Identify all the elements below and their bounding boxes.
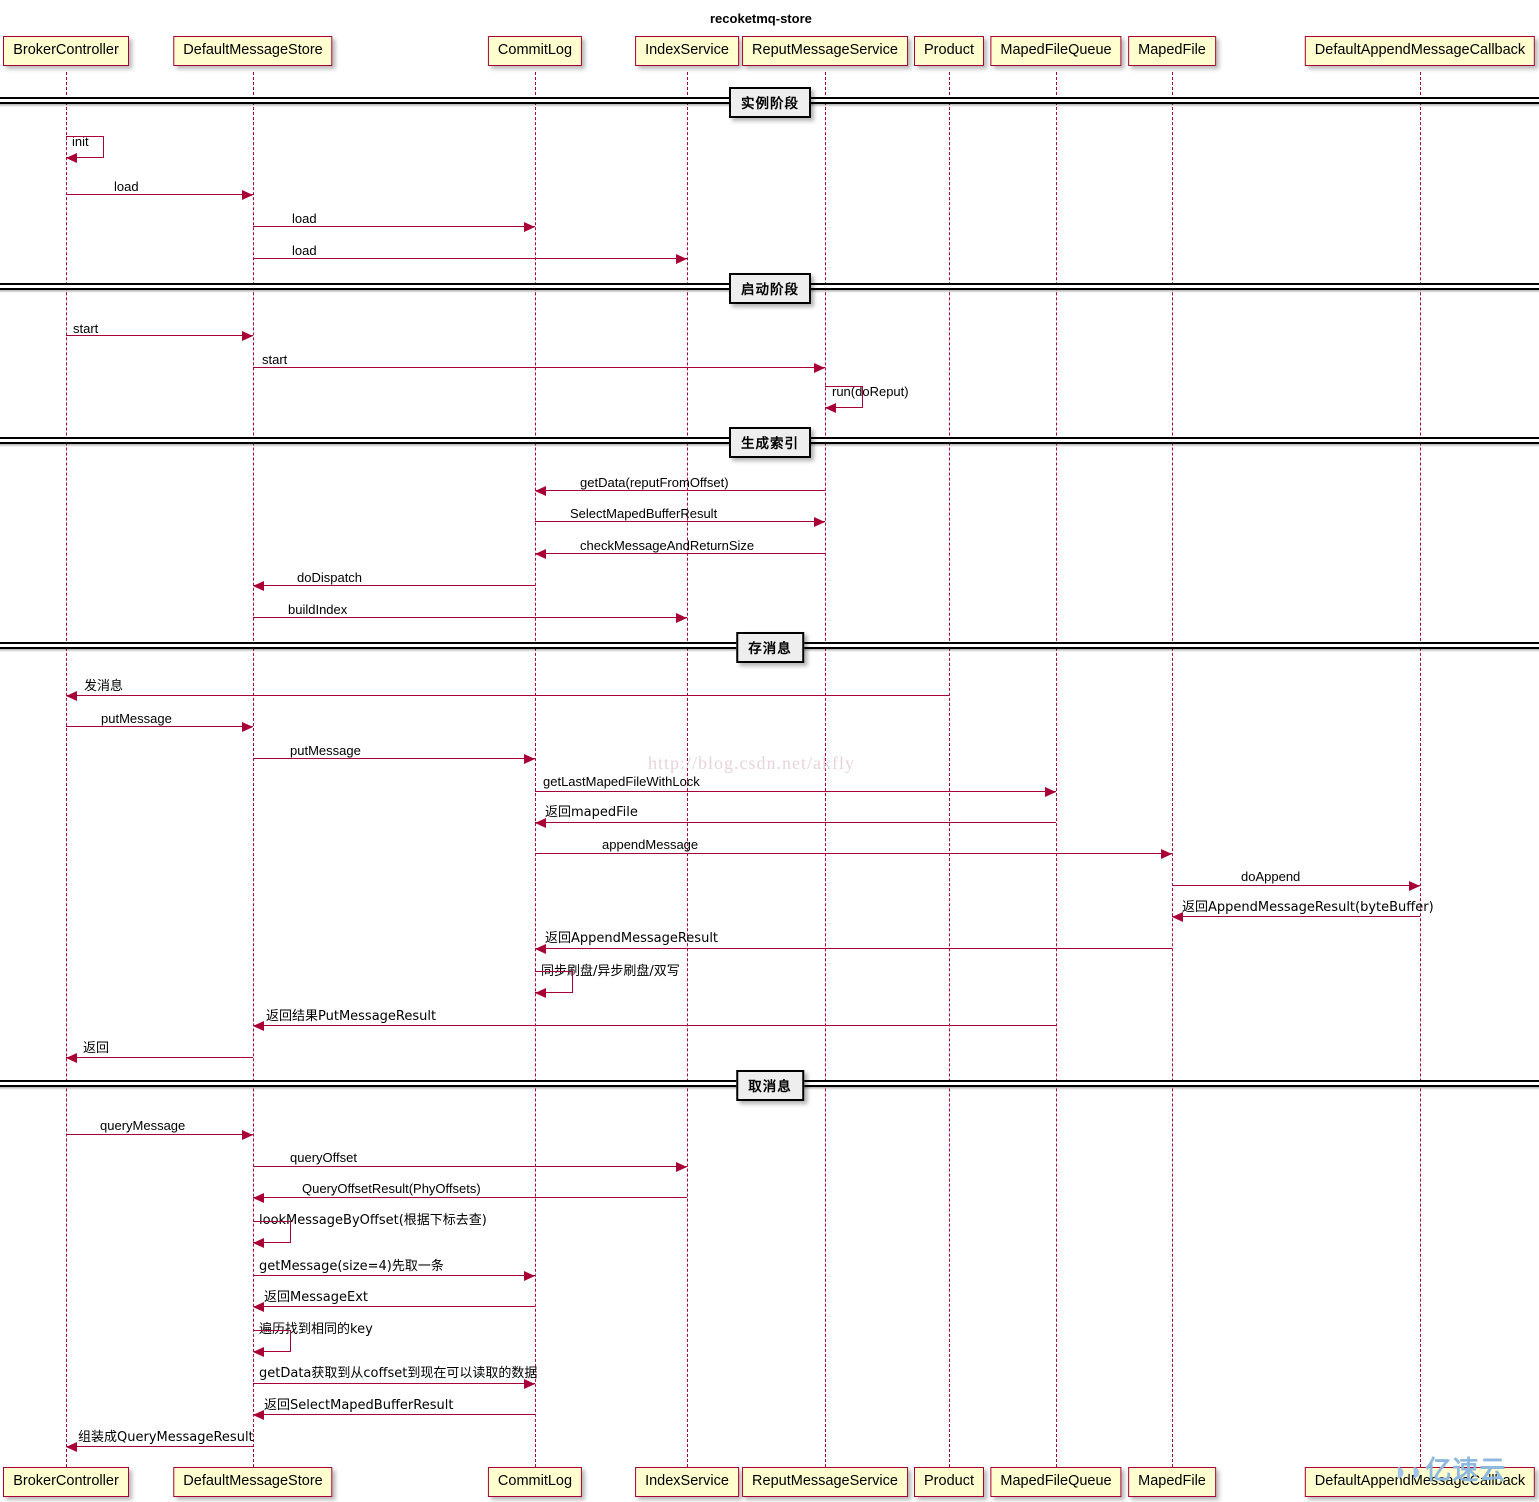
participant-bottom-reputmessageservice[interactable]: ReputMessageService <box>742 1467 908 1497</box>
participant-bottom-product[interactable]: Product <box>914 1467 984 1497</box>
participant-bottom-defaultmessagestore[interactable]: DefaultMessageStore <box>173 1467 333 1497</box>
yisuyun-logo-text: 亿速云 <box>1425 1456 1507 1486</box>
participant-bottom-brokercontroller[interactable]: BrokerController <box>3 1467 129 1497</box>
cloud-icon: ◑◑ <box>1390 1456 1422 1486</box>
sequence-diagram: recoketmq-store 实例阶段 启动阶段 生成索引 存消息 取消息 init l… <box>0 0 1539 1502</box>
csdn-url-watermark: http://blog.csdn.net/akfly <box>648 753 855 773</box>
yisuyun-logo-watermark: ◑◑ 亿速云 <box>1390 1458 1506 1484</box>
participant-bottom-commitlog[interactable]: CommitLog <box>487 1467 583 1497</box>
participant-top-indexservice[interactable]: IndexService <box>635 36 739 66</box>
participant-bottom-mapedfilequeue[interactable]: MapedFileQueue <box>990 1467 1122 1497</box>
participant-bottom-indexservice[interactable]: IndexService <box>635 1467 739 1497</box>
participant-top-defaultmessagestore[interactable]: DefaultMessageStore <box>173 36 333 66</box>
participant-top-commitlog[interactable]: CommitLog <box>487 36 583 66</box>
participant-bottom-mapedfile[interactable]: MapedFile <box>1128 1467 1216 1497</box>
participant-top-product[interactable]: Product <box>914 36 984 66</box>
participant-top-defaultappendmessagecallback[interactable]: DefaultAppendMessageCallback <box>1304 36 1536 66</box>
participant-top-mapedfile[interactable]: MapedFile <box>1128 36 1216 66</box>
participant-top-mapedfilequeue[interactable]: MapedFileQueue <box>990 36 1122 66</box>
participants-layer: BrokerController BrokerController DefaultM… <box>0 0 1539 1502</box>
participant-top-brokercontroller[interactable]: BrokerController <box>3 36 129 66</box>
participant-top-reputmessageservice[interactable]: ReputMessageService <box>742 36 908 66</box>
